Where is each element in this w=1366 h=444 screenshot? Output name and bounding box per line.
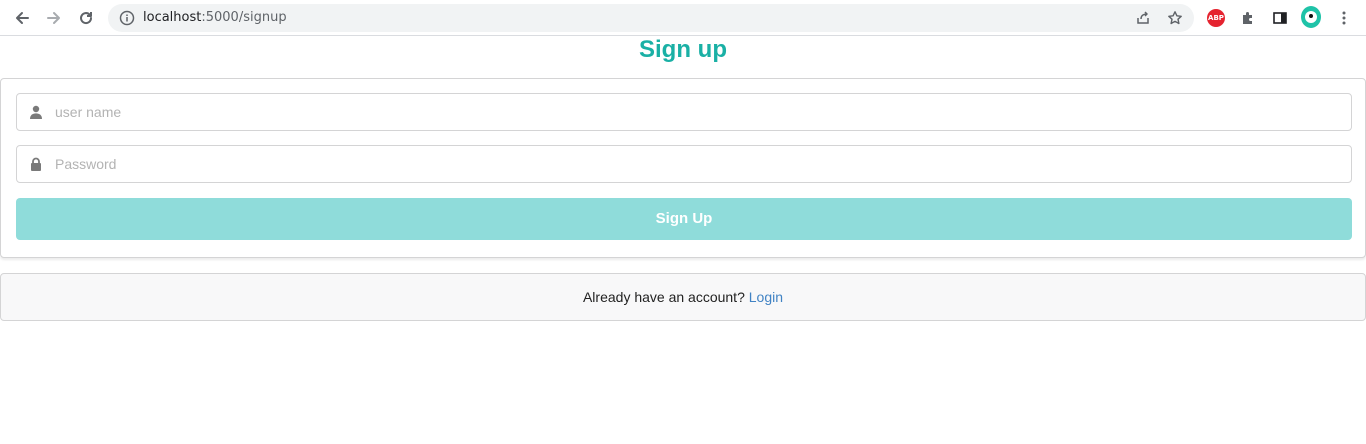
username-input[interactable] <box>55 94 1345 130</box>
username-field[interactable] <box>16 93 1352 131</box>
user-icon <box>28 104 44 120</box>
password-input[interactable] <box>55 146 1345 182</box>
address-bar[interactable]: localhost:5000/signup <box>108 4 1194 32</box>
url-host: localhost <box>143 10 202 25</box>
arrow-left-icon <box>16 12 29 24</box>
url-text[interactable]: localhost:5000/signup <box>143 10 287 26</box>
reload-button[interactable] <box>74 6 98 30</box>
puzzle-extension-icon[interactable] <box>1238 8 1258 28</box>
reload-icon <box>80 12 93 25</box>
back-button[interactable] <box>10 6 34 30</box>
page-title: Sign up <box>639 36 727 63</box>
login-link[interactable]: Login <box>749 289 783 305</box>
forward-button[interactable] <box>42 6 66 30</box>
signup-form: Sign Up <box>0 78 1366 258</box>
adblock-plus-icon[interactable]: ABP <box>1206 8 1226 28</box>
side-panel-icon[interactable] <box>1270 8 1290 28</box>
login-prompt-text: Already have an account? <box>582 289 745 305</box>
share-icon[interactable] <box>1134 9 1152 27</box>
sign-up-button[interactable]: Sign Up <box>16 198 1352 240</box>
browser-toolbar: localhost:5000/signup ABP <box>0 0 1366 36</box>
bookmark-star-icon[interactable] <box>1166 9 1184 27</box>
login-message: Already have an account? Login <box>0 273 1366 321</box>
profile-avatar-icon[interactable] <box>1301 6 1321 28</box>
arrow-right-icon <box>47 12 60 24</box>
lock-icon <box>28 156 44 172</box>
url-path: :5000/signup <box>201 10 287 25</box>
site-info-icon[interactable] <box>119 10 135 31</box>
password-field[interactable] <box>16 145 1352 183</box>
kebab-menu-icon[interactable] <box>1334 8 1354 28</box>
adblock-plus-badge: ABP <box>1207 9 1225 27</box>
